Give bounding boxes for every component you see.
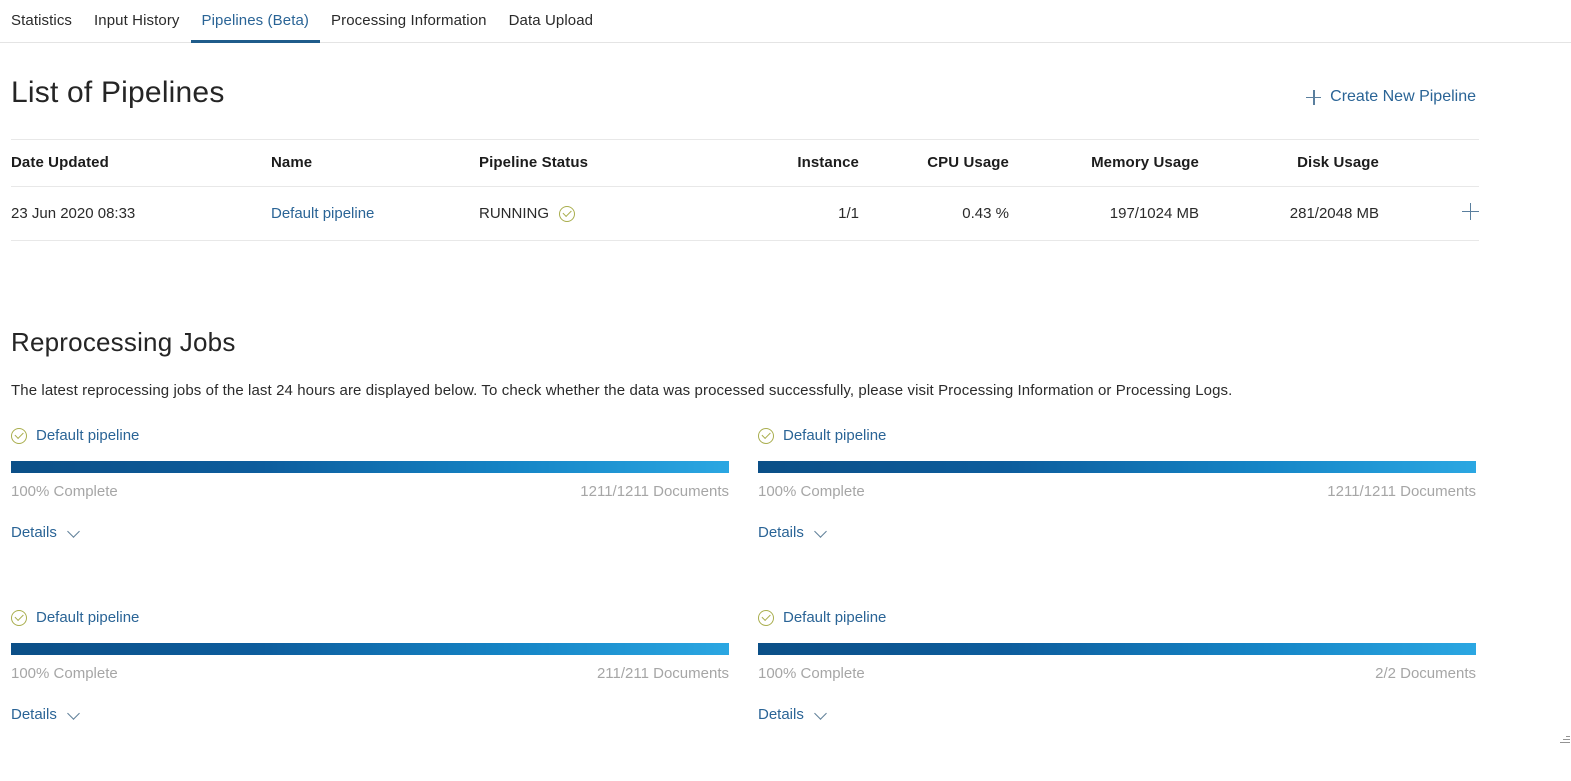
status-badge: RUNNING [479,205,739,222]
create-new-pipeline-button[interactable]: Create New Pipeline [1306,88,1476,110]
progress-documents-label: 211/211 Documents [597,665,729,682]
chevron-down-icon [815,526,828,539]
progress-bar [11,643,729,655]
column-header-actions [1379,140,1479,187]
chevron-down-icon [68,708,81,721]
job-header: Default pipeline [11,609,729,626]
progress-documents-label: 1211/1211 Documents [580,483,729,500]
column-header-instance: Instance [739,140,859,187]
window-resize-grip[interactable] [1559,732,1570,743]
progress-meta: 100% Complete 1211/1211 Documents [758,483,1476,500]
status-text: RUNNING [479,205,549,222]
page-content: List of Pipelines Create New Pipeline Da… [0,43,1571,781]
progress-bar [758,643,1476,655]
check-circle-icon [758,610,774,626]
job-pipeline-name-link[interactable]: Default pipeline [783,609,886,626]
create-new-pipeline-label: Create New Pipeline [1330,88,1476,106]
column-header-date-updated: Date Updated [11,140,271,187]
details-toggle[interactable]: Details [758,706,828,723]
tab-statistics[interactable]: Statistics [11,0,83,42]
table-header-row: Date Updated Name Pipeline Status Instan… [11,140,1479,187]
chevron-down-icon [815,708,828,721]
main-navigation: Statistics Input History Pipelines (Beta… [0,0,1571,43]
details-label: Details [11,706,57,723]
check-circle-icon [758,428,774,444]
progress-percent-label: 100% Complete [11,665,118,682]
column-header-disk-usage: Disk Usage [1199,140,1379,187]
progress-documents-label: 1211/1211 Documents [1327,483,1476,500]
tab-pipelines-beta[interactable]: Pipelines (Beta) [191,0,321,42]
progress-meta: 100% Complete 211/211 Documents [11,665,729,682]
details-toggle[interactable]: Details [758,524,828,541]
check-circle-icon [11,428,27,444]
progress-bar [758,461,1476,473]
details-label: Details [758,706,804,723]
cell-instance: 1/1 [739,187,859,241]
progress-bar-fill [758,461,1476,473]
cell-disk-usage: 281/2048 MB [1199,187,1379,241]
pipeline-name-link[interactable]: Default pipeline [271,205,374,222]
cell-memory-usage: 197/1024 MB [1009,187,1199,241]
reprocessing-jobs-title: Reprocessing Jobs [11,327,1476,358]
details-toggle[interactable]: Details [11,524,81,541]
job-pipeline-name-link[interactable]: Default pipeline [783,427,886,444]
progress-bar-fill [758,643,1476,655]
job-header: Default pipeline [758,609,1476,626]
chevron-down-icon [68,526,81,539]
expand-row-plus-icon[interactable] [1462,203,1479,220]
job-pipeline-name-link[interactable]: Default pipeline [36,609,139,626]
column-header-memory-usage: Memory Usage [1009,140,1199,187]
tab-data-upload[interactable]: Data Upload [498,0,605,42]
pipelines-section-header: List of Pipelines Create New Pipeline [11,43,1476,110]
reprocessing-jobs-description: The latest reprocessing jobs of the last… [11,382,1476,399]
cell-date-updated: 23 Jun 2020 08:33 [11,187,271,241]
table-row: 23 Jun 2020 08:33 Default pipeline RUNNI… [11,187,1479,241]
reprocessing-jobs-grid: Default pipeline 100% Complete 1211/1211… [11,417,1476,781]
progress-percent-label: 100% Complete [758,665,865,682]
pipelines-table-body: 23 Jun 2020 08:33 Default pipeline RUNNI… [11,187,1479,241]
job-card: Default pipeline 100% Complete 1211/1211… [758,417,1476,599]
check-circle-icon [11,610,27,626]
job-card: Default pipeline 100% Complete 211/211 D… [11,599,729,781]
progress-bar-fill [11,643,729,655]
plus-icon [1306,90,1321,105]
progress-meta: 100% Complete 1211/1211 Documents [11,483,729,500]
progress-bar-fill [11,461,729,473]
pipelines-table: Date Updated Name Pipeline Status Instan… [11,139,1479,241]
tab-processing-information[interactable]: Processing Information [320,0,498,42]
column-header-cpu-usage: CPU Usage [859,140,1009,187]
progress-percent-label: 100% Complete [11,483,118,500]
details-label: Details [11,524,57,541]
progress-percent-label: 100% Complete [758,483,865,500]
job-card: Default pipeline 100% Complete 2/2 Docum… [758,599,1476,781]
details-toggle[interactable]: Details [11,706,81,723]
job-header: Default pipeline [758,427,1476,444]
progress-meta: 100% Complete 2/2 Documents [758,665,1476,682]
job-pipeline-name-link[interactable]: Default pipeline [36,427,139,444]
cell-pipeline-status: RUNNING [479,187,739,241]
cell-name: Default pipeline [271,187,479,241]
progress-documents-label: 2/2 Documents [1375,665,1476,682]
tab-input-history[interactable]: Input History [83,0,191,42]
job-card: Default pipeline 100% Complete 1211/1211… [11,417,729,599]
progress-bar [11,461,729,473]
cell-cpu-usage: 0.43 % [859,187,1009,241]
column-header-pipeline-status: Pipeline Status [479,140,739,187]
pipelines-table-header: Date Updated Name Pipeline Status Instan… [11,140,1479,187]
cell-actions [1379,187,1479,241]
column-header-name: Name [271,140,479,187]
job-header: Default pipeline [11,427,729,444]
check-circle-icon [559,206,575,222]
page-title: List of Pipelines [11,76,225,110]
details-label: Details [758,524,804,541]
